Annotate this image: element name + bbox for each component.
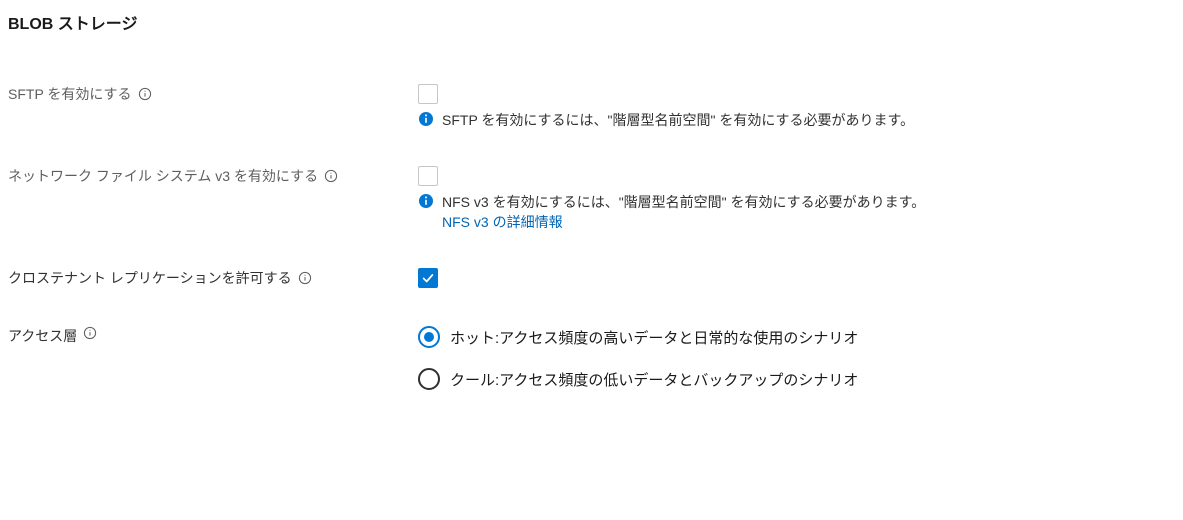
nfs-note-body: NFS v3 を有効にするには、"階層型名前空間" を有効にする必要があります。 <box>442 194 925 210</box>
sftp-note: SFTP を有効にするには、"階層型名前空間" を有効にする必要があります。 <box>0 110 1183 130</box>
nfs-label: ネットワーク ファイル システム v3 を有効にする <box>8 166 318 186</box>
info-icon[interactable] <box>324 169 338 183</box>
access-tier-label-group: アクセス層 <box>8 318 418 346</box>
section-title: BLOB ストレージ <box>0 0 1183 44</box>
access-tier-label: アクセス層 <box>8 326 77 346</box>
sftp-label: SFTP を有効にする <box>8 84 132 104</box>
nfs-checkbox <box>418 166 438 186</box>
sftp-label-group: SFTP を有効にする <box>8 84 418 104</box>
radio-cool-label: クール:アクセス頻度の低いデータとバックアップのシナリオ <box>450 369 858 390</box>
nfs-link[interactable]: NFS v3 の詳細情報 <box>442 214 563 230</box>
nfs-note-text: NFS v3 を有効にするには、"階層型名前空間" を有効にする必要があります。… <box>442 192 925 232</box>
cross-tenant-checkbox[interactable] <box>418 268 438 288</box>
radio-hot-label: ホット:アクセス頻度の高いデータと日常的な使用のシナリオ <box>450 327 858 348</box>
info-icon[interactable] <box>298 271 312 285</box>
sftp-row: SFTP を有効にする <box>0 78 1183 110</box>
nfs-note: NFS v3 を有効にするには、"階層型名前空間" を有効にする必要があります。… <box>0 192 1183 232</box>
info-filled-icon <box>418 193 434 209</box>
info-filled-icon <box>418 111 434 127</box>
access-tier-radio-group: ホット:アクセス頻度の高いデータと日常的な使用のシナリオ クール:アクセス頻度の… <box>418 318 1183 390</box>
cross-tenant-label-group: クロステナント レプリケーションを許可する <box>8 268 418 288</box>
cross-tenant-label: クロステナント レプリケーションを許可する <box>8 268 292 288</box>
radio-cool[interactable] <box>418 368 440 390</box>
access-tier-cool-option[interactable]: クール:アクセス頻度の低いデータとバックアップのシナリオ <box>418 368 1183 390</box>
cross-tenant-row: クロステナント レプリケーションを許可する <box>0 262 1183 294</box>
nfs-label-group: ネットワーク ファイル システム v3 を有効にする <box>8 166 418 186</box>
sftp-note-text: SFTP を有効にするには、"階層型名前空間" を有効にする必要があります。 <box>442 110 914 130</box>
radio-hot[interactable] <box>418 326 440 348</box>
sftp-checkbox <box>418 84 438 104</box>
access-tier-hot-option[interactable]: ホット:アクセス頻度の高いデータと日常的な使用のシナリオ <box>418 326 1183 348</box>
access-tier-row: アクセス層 ホット:アクセス頻度の高いデータと日常的な使用のシナリオ クール:ア… <box>0 312 1183 396</box>
info-icon[interactable] <box>83 326 97 340</box>
info-icon[interactable] <box>138 87 152 101</box>
nfs-row: ネットワーク ファイル システム v3 を有効にする <box>0 160 1183 192</box>
